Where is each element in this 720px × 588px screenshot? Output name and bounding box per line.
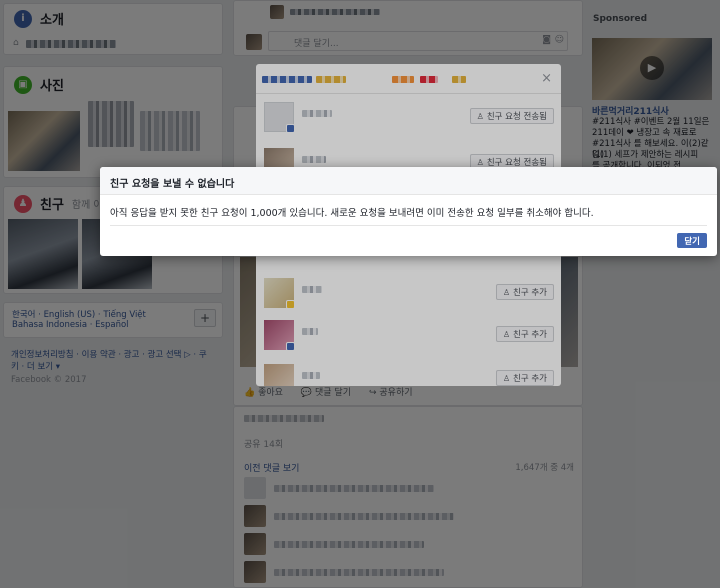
alert-backdrop[interactable] bbox=[0, 0, 720, 588]
alert-title: 친구 요청을 보낼 수 없습니다 bbox=[110, 179, 235, 190]
alert-header: 친구 요청을 보낼 수 없습니다 bbox=[100, 167, 717, 195]
alert-divider bbox=[110, 225, 707, 226]
alert-message: 아직 응답을 받지 못한 친구 요청이 1,000개 있습니다. 새로운 요청을… bbox=[110, 208, 594, 219]
close-button[interactable]: 닫기 bbox=[677, 233, 707, 248]
friend-request-limit-dialog: 친구 요청을 보낼 수 없습니다 아직 응답을 받지 못한 친구 요청이 1,0… bbox=[100, 167, 717, 256]
